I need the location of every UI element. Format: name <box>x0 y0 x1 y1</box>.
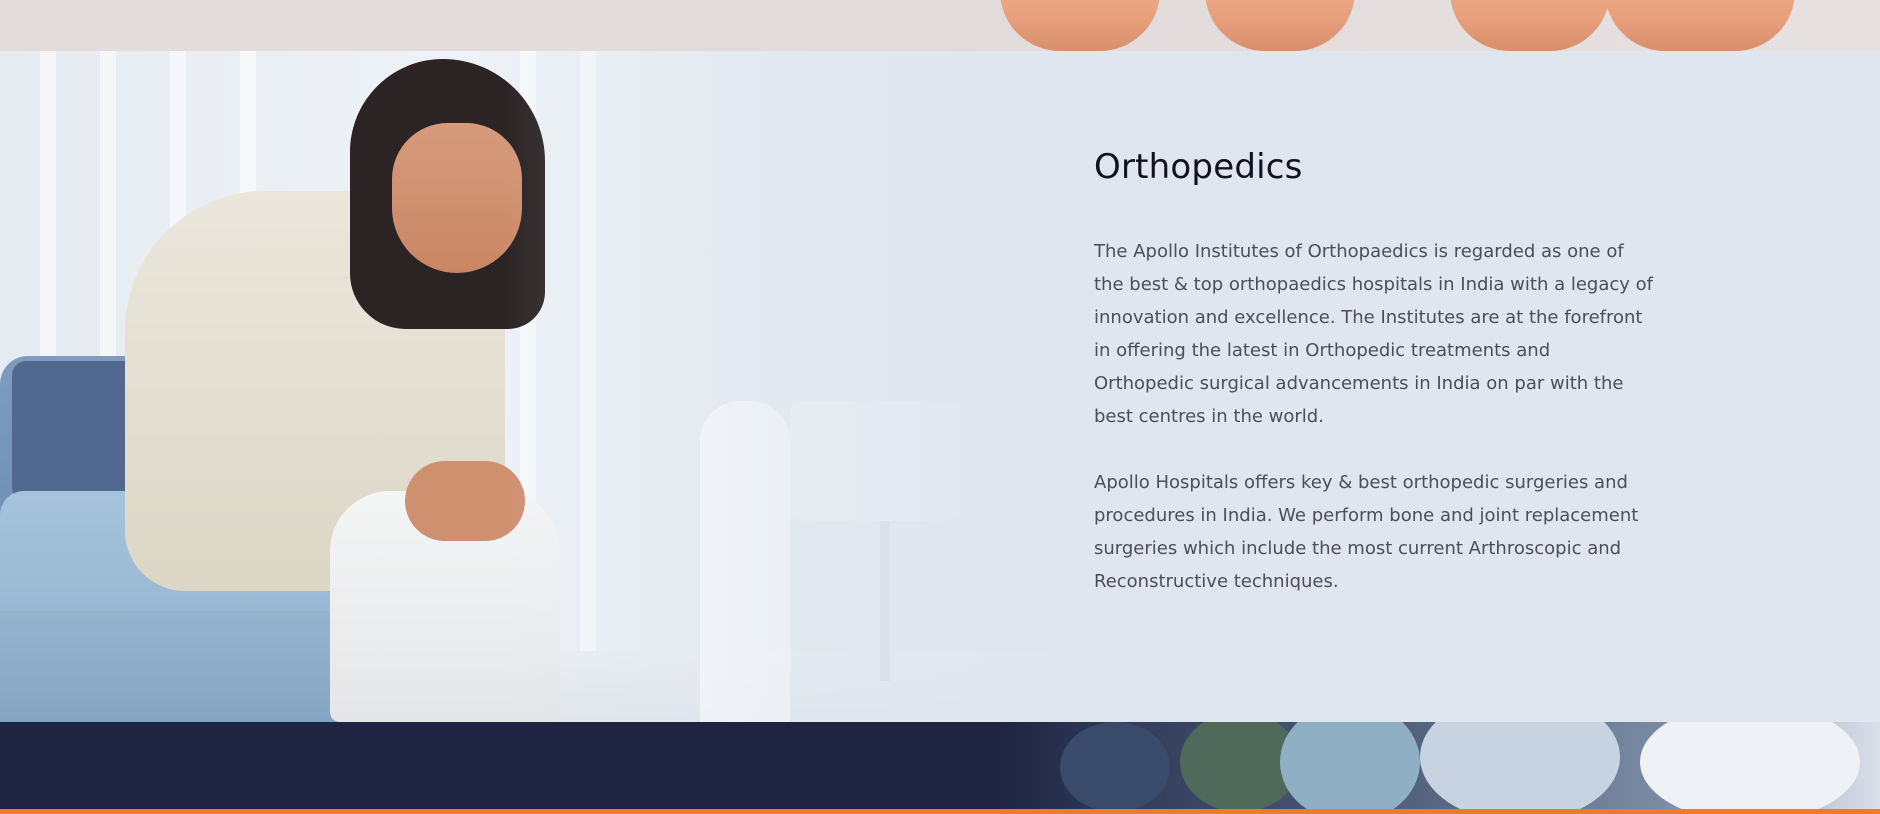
patient-knee-pain-image <box>0 51 1120 722</box>
surgery-banner <box>0 722 1880 809</box>
section-title: Orthopedics <box>1094 147 1303 187</box>
accent-bar <box>0 809 1880 814</box>
intro-paragraph: The Apollo Institutes of Orthopaedics is… <box>1094 241 1653 427</box>
orthopedics-section: Orthopedics The Apollo Institutes of Ort… <box>0 51 1880 722</box>
services-paragraph: Apollo Hospitals offers key & best ortho… <box>1094 472 1639 592</box>
finger-shape <box>1205 0 1355 51</box>
orthopedics-content: Orthopedics The Apollo Institutes of Ort… <box>1094 147 1654 598</box>
hands-photo-strip <box>0 0 1880 51</box>
finger-shape <box>1000 0 1160 51</box>
finger-shape <box>1605 0 1795 51</box>
robotic-surgery-image <box>1000 722 1880 809</box>
finger-shape <box>1450 0 1610 51</box>
